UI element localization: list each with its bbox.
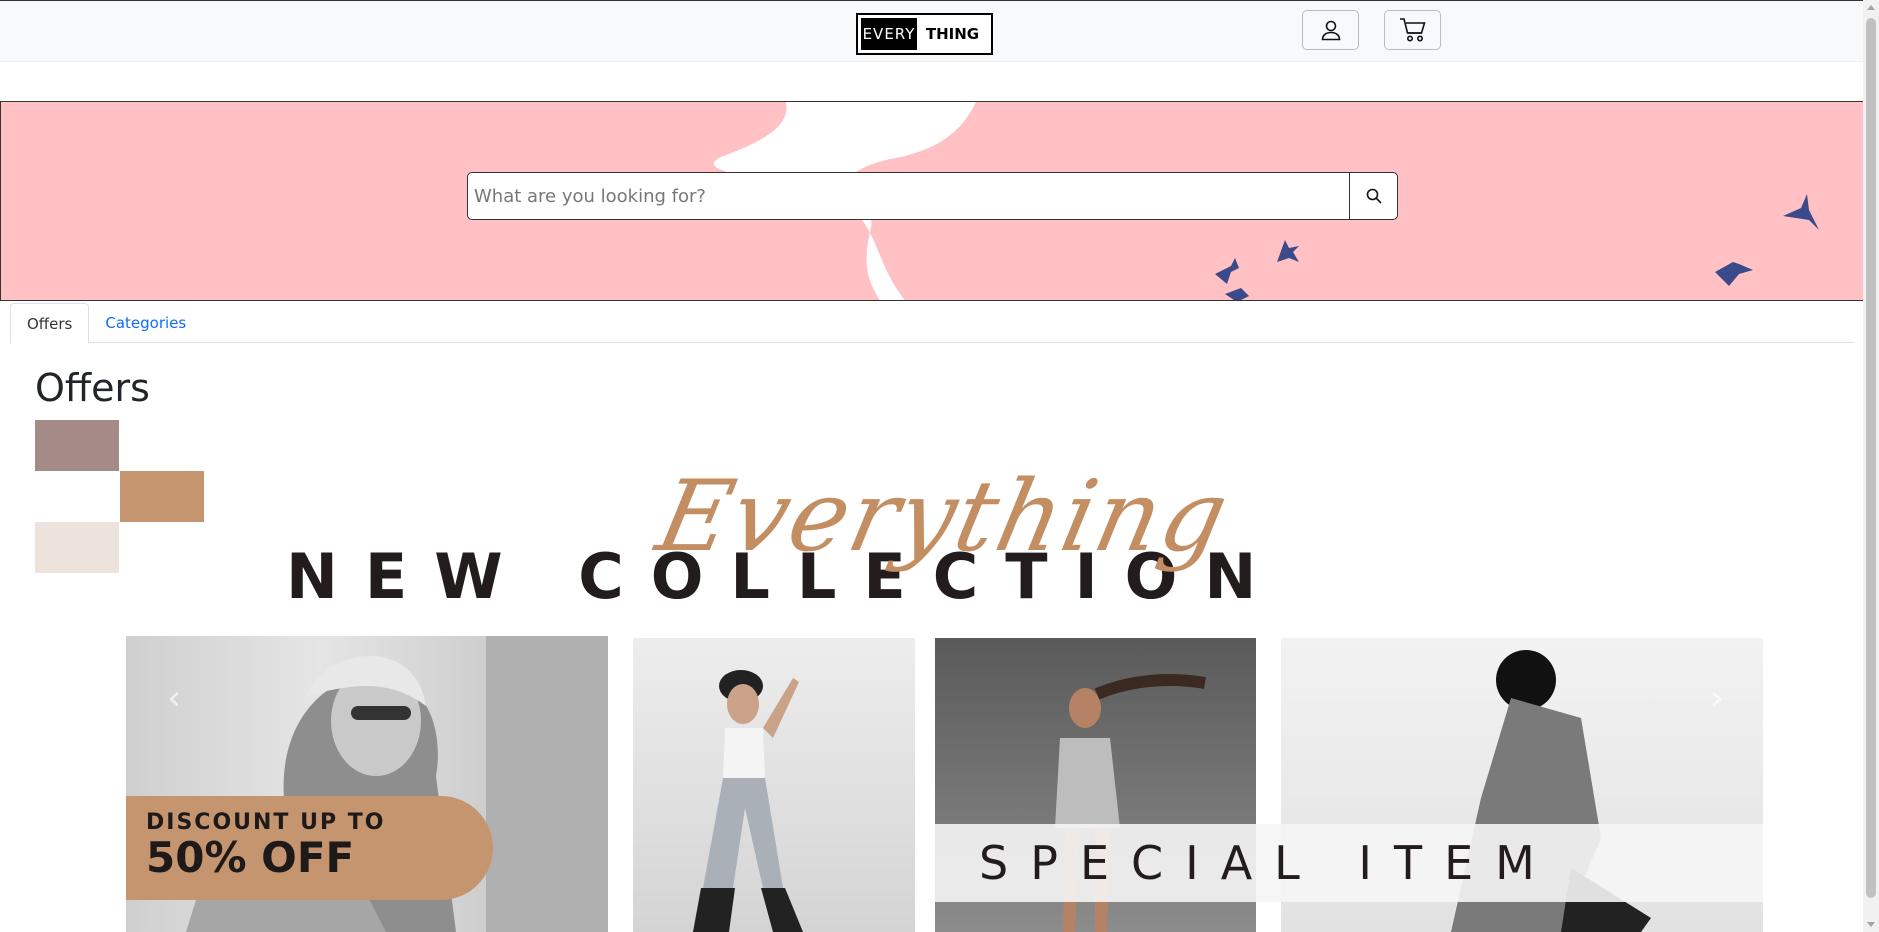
hero-banner	[0, 101, 1863, 301]
scroll-up-arrow[interactable]	[1867, 5, 1875, 10]
discount-small-text: DISCOUNT UP TO	[146, 810, 386, 835]
photo-strip: DISCOUNT UP TO 50% OFF SPECIAL ITEM ‹ ›	[126, 636, 1763, 932]
tab-categories[interactable]: Categories	[89, 303, 202, 343]
cart-button[interactable]	[1384, 10, 1441, 50]
tab-bar: Offers Categories	[10, 303, 1854, 344]
carousel-next-button[interactable]: ›	[1697, 678, 1737, 718]
offers-title: Offers	[35, 366, 150, 410]
carousel-prev-button[interactable]: ‹	[154, 678, 194, 718]
photo-model-1: DISCOUNT UP TO 50% OFF	[126, 636, 608, 932]
search-icon	[1366, 188, 1382, 204]
navbar: EVERY THING	[0, 0, 1863, 62]
swatch-3	[35, 522, 119, 573]
person-icon	[1321, 20, 1340, 41]
page: EVERY THING What are you looking for? Of…	[0, 0, 1863, 932]
logo-left-text: EVERY	[861, 18, 917, 50]
scroll-down-arrow[interactable]	[1867, 922, 1875, 927]
special-item-banner: SPECIAL ITEM	[935, 824, 1763, 902]
search-button[interactable]	[1350, 172, 1398, 220]
scrollbar-thumb[interactable]	[1866, 18, 1876, 898]
photo-model-2	[633, 638, 915, 932]
swatch-2	[120, 471, 204, 522]
discount-big-text: 50% OFF	[146, 833, 355, 882]
search-bar	[467, 172, 1398, 220]
offers-carousel: NEW COLLECTION Everything DISCOUNT UP TO…	[0, 410, 1863, 932]
discount-badge: DISCOUNT UP TO 50% OFF	[126, 796, 493, 900]
tab-offers[interactable]: Offers	[10, 303, 90, 344]
script-text: Everything	[647, 460, 1239, 574]
vertical-scrollbar[interactable]	[1863, 0, 1879, 932]
search-input[interactable]	[467, 172, 1350, 220]
logo-right-text: THING	[925, 25, 980, 43]
swatch-1	[35, 420, 119, 471]
account-button[interactable]	[1302, 10, 1359, 50]
special-item-text: SPECIAL ITEM	[979, 836, 1557, 890]
logo[interactable]: EVERY THING	[856, 13, 993, 55]
model-2-image	[693, 670, 803, 932]
cart-icon	[1399, 18, 1426, 42]
